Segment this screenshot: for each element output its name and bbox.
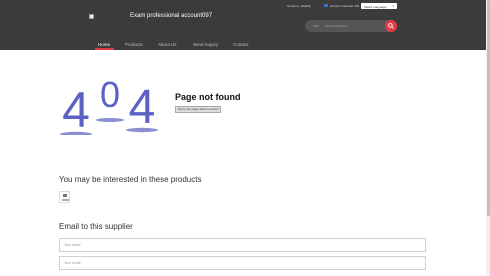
currency-selector[interactable]: Currency: Default: [287, 4, 310, 8]
error-message: Sorry, the page does not exist!: [175, 106, 222, 113]
search-input[interactable]: [325, 23, 385, 29]
nav-active-indicator: [95, 48, 114, 50]
image-placeholder-icon: [62, 194, 69, 201]
email-field[interactable]: [59, 256, 426, 270]
language-select-label: Select Language: [364, 4, 387, 9]
error-digit: 4: [62, 82, 90, 135]
error-digit: 4: [129, 81, 156, 134]
page-title: Page not found: [175, 92, 241, 102]
digit-shadow: [96, 118, 124, 122]
error-digit: 0: [100, 74, 120, 115]
flag-icon: [324, 4, 328, 7]
error-404-illustration: 4 0 4: [60, 74, 158, 135]
contact-heading: Email to this supplier: [59, 222, 133, 231]
product-thumbnail[interactable]: [59, 191, 70, 203]
scrollbar-thumb[interactable]: [486, 0, 490, 216]
search-button[interactable]: [385, 20, 397, 32]
language-select[interactable]: Select Language ▾: [361, 3, 397, 9]
nav-send-inquiry[interactable]: Send Inquiry: [193, 42, 218, 47]
products-heading: You may be interested in these products: [59, 175, 202, 184]
logo-icon[interactable]: [89, 14, 94, 19]
name-field[interactable]: [59, 238, 426, 252]
search-icon: [388, 23, 394, 29]
site-title[interactable]: Exam professional account097: [130, 13, 212, 19]
nav-contact[interactable]: Contact: [233, 42, 249, 47]
nav-about-us[interactable]: About Us: [158, 42, 177, 47]
nav-products[interactable]: Products: [125, 42, 143, 47]
chevron-down-icon: ▾: [392, 4, 394, 8]
search-box: Tips: [305, 20, 397, 32]
account-link[interactable]: Account: Member 101: [330, 4, 359, 8]
search-category[interactable]: Tips: [313, 24, 319, 28]
site-header: Exam professional account097 Currency: D…: [0, 0, 486, 50]
nav-home[interactable]: Home: [98, 42, 110, 47]
